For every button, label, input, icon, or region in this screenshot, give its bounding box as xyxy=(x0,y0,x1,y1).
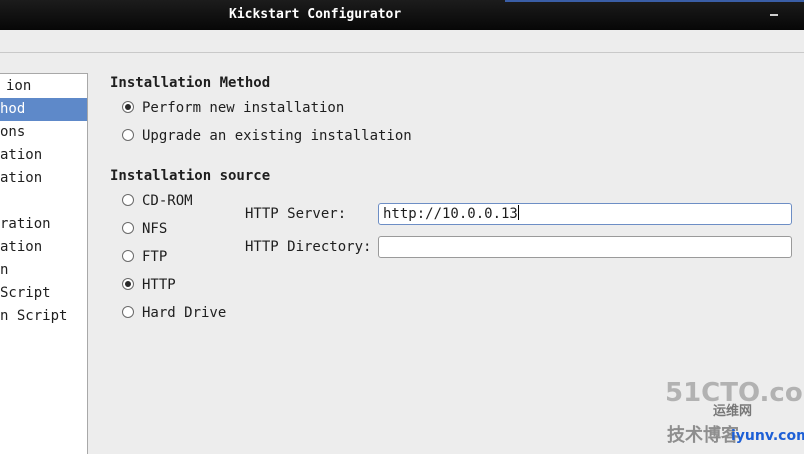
sidebar-item-installation-method[interactable]: hod xyxy=(0,98,87,121)
radio-label: Hard Drive xyxy=(142,305,227,321)
radio-checked-icon[interactable] xyxy=(122,278,134,290)
sidebar-item-pre-installation-script[interactable]: Script xyxy=(0,282,87,305)
watermark-cn-text: 技术博客 xyxy=(667,425,739,446)
radio-source-nfs[interactable]: NFS xyxy=(122,219,167,239)
watermark-logo: 51CTO.com 运维网 技术博客 iyunv.com xyxy=(665,378,804,453)
sidebar-item-authentication[interactable] xyxy=(0,190,87,213)
http-server-label: HTTP Server: xyxy=(245,206,347,222)
text-caret xyxy=(517,205,519,220)
menubar xyxy=(0,30,804,53)
http-server-input[interactable]: http://10.0.0.13 xyxy=(378,203,792,225)
radio-perform-new-installation[interactable]: Perform new installation xyxy=(122,98,344,118)
http-directory-input[interactable] xyxy=(378,236,792,258)
minimize-icon[interactable] xyxy=(770,9,778,17)
installation-source-heading: Installation source xyxy=(110,168,271,184)
radio-label: Upgrade an existing installation xyxy=(142,128,412,144)
sidebar-item-post-installation-script[interactable]: n Script xyxy=(0,305,87,328)
radio-upgrade-existing-installation[interactable]: Upgrade an existing installation xyxy=(122,126,412,146)
sidebar-item-package-selection[interactable]: n xyxy=(0,259,87,282)
radio-unchecked-icon[interactable] xyxy=(122,222,134,234)
window-titlebar: Kickstart Configurator xyxy=(0,0,804,30)
sidebar-item-network-configuration[interactable]: ation xyxy=(0,167,87,190)
radio-label: NFS xyxy=(142,221,168,237)
sidebar-item-basic-configuration[interactable]: ion xyxy=(0,75,87,98)
radio-unchecked-icon[interactable] xyxy=(122,129,134,141)
sidebar-item-partition-information[interactable]: ation xyxy=(0,144,87,167)
titlebar-accent-line xyxy=(505,0,804,2)
radio-source-ftp[interactable]: FTP xyxy=(122,247,167,267)
sidebar-item-display-configuration[interactable]: ation xyxy=(0,236,87,259)
sidebar-item-firewall-configuration[interactable]: ration xyxy=(0,213,87,236)
radio-source-http[interactable]: HTTP xyxy=(122,275,176,295)
radio-unchecked-icon[interactable] xyxy=(122,194,134,206)
sidebar-item-boot-loader-options[interactable]: ons xyxy=(0,121,87,144)
window-title: Kickstart Configurator xyxy=(229,7,402,22)
watermark-sub-text: 运维网 xyxy=(713,404,753,419)
radio-label: FTP xyxy=(142,249,168,265)
radio-unchecked-icon[interactable] xyxy=(122,250,134,262)
radio-label: HTTP xyxy=(142,277,176,293)
radio-label: Perform new installation xyxy=(142,100,345,116)
sidebar: ion hod ons ation ation ration ation n S… xyxy=(0,73,88,454)
watermark-url-text: iyunv.com xyxy=(731,428,804,444)
radio-unchecked-icon[interactable] xyxy=(122,306,134,318)
radio-label: CD-ROM xyxy=(142,193,193,209)
http-directory-label: HTTP Directory: xyxy=(245,239,372,255)
radio-source-cdrom[interactable]: CD-ROM xyxy=(122,191,193,211)
radio-checked-icon[interactable] xyxy=(122,101,134,113)
radio-source-hard-drive[interactable]: Hard Drive xyxy=(122,303,226,323)
installation-method-heading: Installation Method xyxy=(110,75,271,91)
